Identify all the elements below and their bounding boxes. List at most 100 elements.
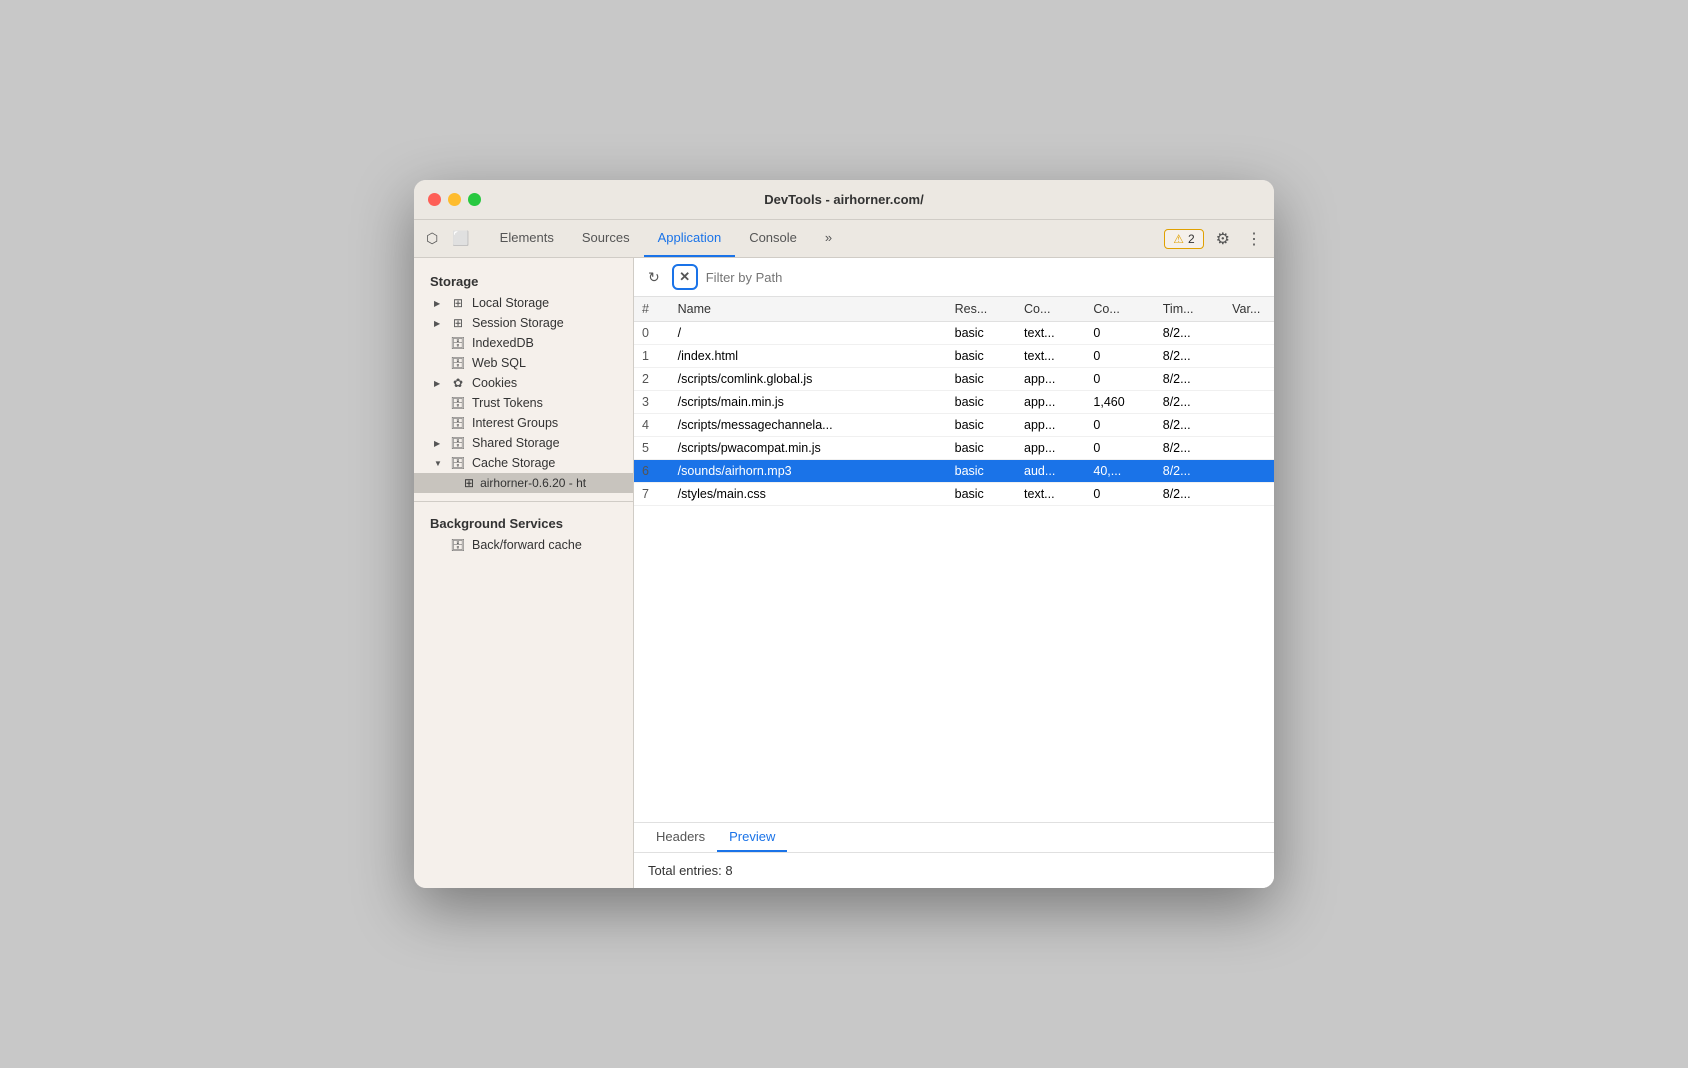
cache-table: # Name Res... Co... Co... Tim... Var... …	[634, 297, 1274, 822]
sidebar-item-back-forward[interactable]: 🗄 Back/forward cache	[414, 535, 633, 555]
cell-res: basic	[947, 414, 1016, 437]
tab-application[interactable]: Application	[644, 220, 736, 257]
cell-var	[1224, 391, 1274, 414]
tab-sources[interactable]: Sources	[568, 220, 644, 257]
web-sql-icon: 🗄	[450, 356, 466, 370]
settings-icon[interactable]: ⚙	[1212, 225, 1234, 253]
table-row[interactable]: 4 /scripts/messagechannela... basic app.…	[634, 414, 1274, 437]
sidebar-item-interest-groups[interactable]: 🗄 Interest Groups	[414, 413, 633, 433]
cell-co2: 0	[1085, 437, 1154, 460]
table-row[interactable]: 6 /sounds/airhorn.mp3 basic aud... 40,..…	[634, 460, 1274, 483]
cell-name: /styles/main.css	[670, 483, 947, 506]
cell-num: 3	[634, 391, 670, 414]
content-pane: ↻ ✕ # Name Res... Co... Co... Tim...	[634, 258, 1274, 888]
cell-num: 5	[634, 437, 670, 460]
cell-tim: 8/2...	[1155, 437, 1224, 460]
bottom-pane: Headers Preview Total entries: 8	[634, 822, 1274, 888]
local-storage-arrow	[434, 298, 444, 308]
refresh-button[interactable]: ↻	[644, 267, 664, 288]
sidebar-item-trust-tokens[interactable]: 🗄 Trust Tokens	[414, 393, 633, 413]
cell-co2: 0	[1085, 345, 1154, 368]
table-header: # Name Res... Co... Co... Tim... Var...	[634, 297, 1274, 322]
device-icon[interactable]: ⬜	[448, 226, 473, 251]
table-row[interactable]: 0 / basic text... 0 8/2...	[634, 322, 1274, 345]
cell-co1: text...	[1016, 345, 1085, 368]
cache-child-label: airhorner-0.6.20 - ht	[480, 476, 586, 490]
clear-filter-button[interactable]: ✕	[672, 264, 698, 290]
back-forward-label: Back/forward cache	[472, 538, 582, 552]
bottom-tabs: Headers Preview	[634, 823, 1274, 853]
tab-console[interactable]: Console	[735, 220, 811, 257]
sidebar-item-web-sql[interactable]: 🗄 Web SQL	[414, 353, 633, 373]
table-body: 0 / basic text... 0 8/2... 1 /index.html…	[634, 322, 1274, 506]
cell-res: basic	[947, 345, 1016, 368]
sidebar-item-shared-storage[interactable]: 🗄 Shared Storage	[414, 433, 633, 453]
table-row[interactable]: 3 /scripts/main.min.js basic app... 1,46…	[634, 391, 1274, 414]
shared-storage-arrow	[434, 438, 444, 448]
cell-res: basic	[947, 437, 1016, 460]
sidebar-item-cookies[interactable]: ✿ Cookies	[414, 373, 633, 393]
cell-co2: 0	[1085, 322, 1154, 345]
more-icon[interactable]: ⋮	[1242, 225, 1266, 253]
cell-name: /scripts/main.min.js	[670, 391, 947, 414]
table-row[interactable]: 7 /styles/main.css basic text... 0 8/2..…	[634, 483, 1274, 506]
cache-storage-arrow	[434, 458, 444, 468]
maximize-button[interactable]	[468, 193, 481, 206]
col-header-tim: Tim...	[1155, 297, 1224, 322]
cell-tim: 8/2...	[1155, 391, 1224, 414]
tab-elements[interactable]: Elements	[486, 220, 568, 257]
table-row[interactable]: 1 /index.html basic text... 0 8/2...	[634, 345, 1274, 368]
cell-co1: text...	[1016, 483, 1085, 506]
tab-headers[interactable]: Headers	[644, 823, 717, 852]
main-content: Storage ⊞ Local Storage ⊞ Session Storag…	[414, 258, 1274, 888]
tab-preview[interactable]: Preview	[717, 823, 787, 852]
cookies-arrow	[434, 378, 444, 388]
sidebar-item-session-storage[interactable]: ⊞ Session Storage	[414, 313, 633, 333]
sidebar-item-cache-child[interactable]: ⊞ airhorner-0.6.20 - ht	[414, 473, 633, 493]
cell-co1: app...	[1016, 368, 1085, 391]
sidebar-item-local-storage[interactable]: ⊞ Local Storage	[414, 293, 633, 313]
cell-tim: 8/2...	[1155, 345, 1224, 368]
cell-var	[1224, 460, 1274, 483]
web-sql-label: Web SQL	[472, 356, 526, 370]
cell-num: 0	[634, 322, 670, 345]
session-storage-icon: ⊞	[450, 316, 466, 330]
cell-var	[1224, 345, 1274, 368]
toolbar-right: ⚠ 2 ⚙ ⋮	[1164, 225, 1266, 253]
interest-groups-label: Interest Groups	[472, 416, 558, 430]
cell-num: 4	[634, 414, 670, 437]
table-row[interactable]: 2 /scripts/comlink.global.js basic app..…	[634, 368, 1274, 391]
sidebar-item-indexed-db[interactable]: 🗄 IndexedDB	[414, 333, 633, 353]
cache-storage-label: Cache Storage	[472, 456, 555, 470]
storage-section-label: Storage	[414, 268, 633, 293]
sidebar-item-cache-storage[interactable]: 🗄 Cache Storage	[414, 453, 633, 473]
minimize-button[interactable]	[448, 193, 461, 206]
col-header-res: Res...	[947, 297, 1016, 322]
warning-badge[interactable]: ⚠ 2	[1164, 229, 1203, 249]
session-storage-arrow	[434, 318, 444, 328]
tab-more[interactable]: »	[811, 220, 846, 257]
shared-storage-icon: 🗄	[450, 436, 466, 450]
cell-res: basic	[947, 391, 1016, 414]
background-section-label: Background Services	[414, 510, 633, 535]
cell-tim: 8/2...	[1155, 460, 1224, 483]
cache-child-icon: ⊞	[464, 476, 474, 490]
close-button[interactable]	[428, 193, 441, 206]
cell-name: /sounds/airhorn.mp3	[670, 460, 947, 483]
indexed-db-icon: 🗄	[450, 336, 466, 350]
cursor-icon[interactable]: ⬡	[422, 226, 442, 251]
cell-co2: 1,460	[1085, 391, 1154, 414]
filter-input[interactable]	[706, 270, 1264, 285]
local-storage-icon: ⊞	[450, 296, 466, 310]
cell-co1: app...	[1016, 414, 1085, 437]
cell-tim: 8/2...	[1155, 414, 1224, 437]
col-header-num: #	[634, 297, 670, 322]
cell-co1: aud...	[1016, 460, 1085, 483]
col-header-co2: Co...	[1085, 297, 1154, 322]
interest-groups-icon: 🗄	[450, 416, 466, 430]
cell-var	[1224, 437, 1274, 460]
shared-storage-label: Shared Storage	[472, 436, 560, 450]
cell-co1: app...	[1016, 437, 1085, 460]
cookies-label: Cookies	[472, 376, 517, 390]
table-row[interactable]: 5 /scripts/pwacompat.min.js basic app...…	[634, 437, 1274, 460]
